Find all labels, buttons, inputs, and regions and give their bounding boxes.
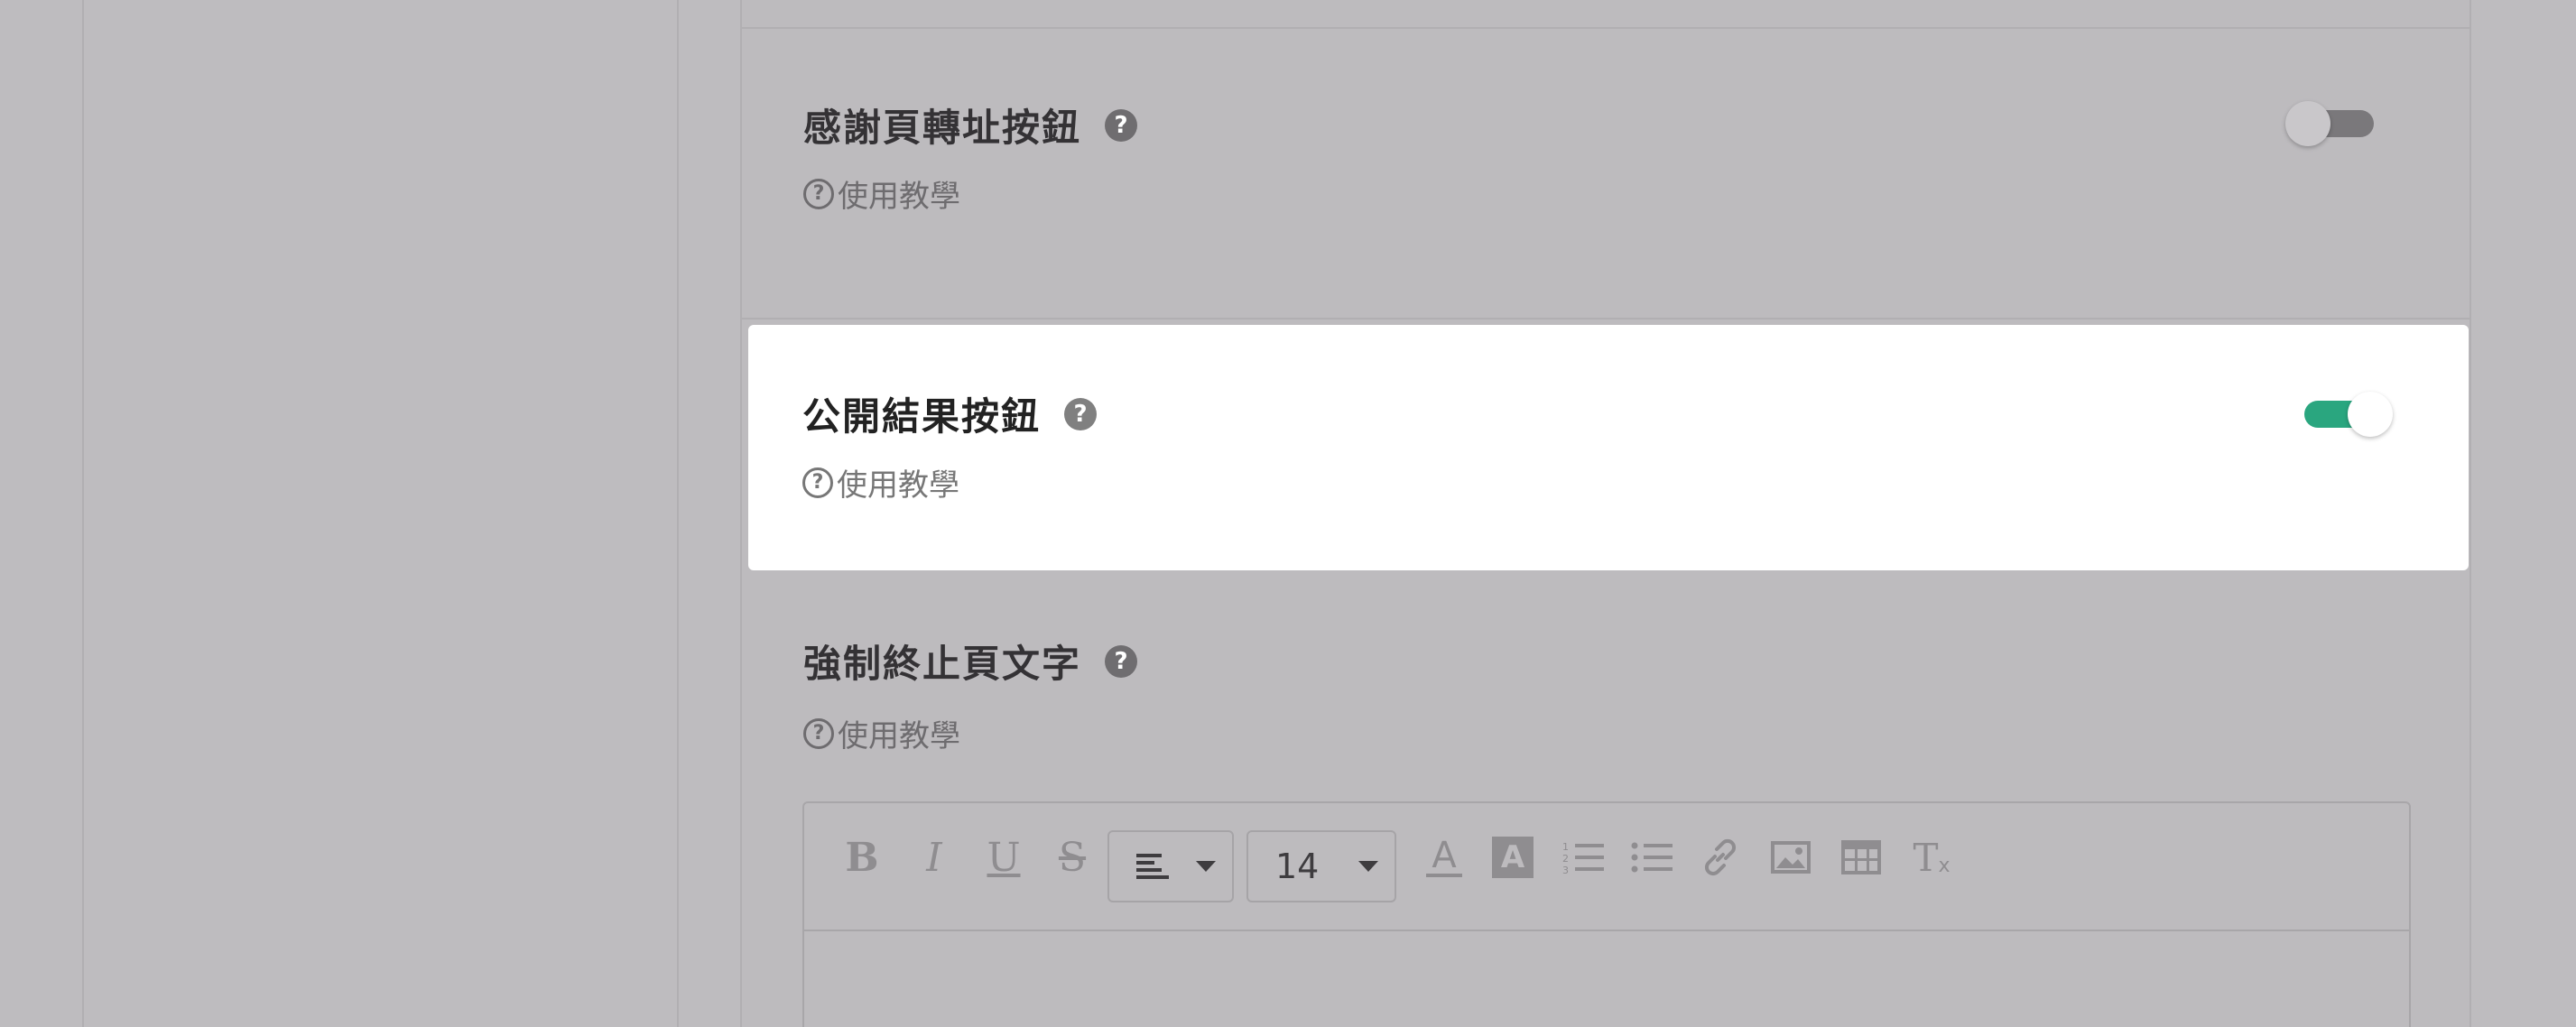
setting-public-result: 公開結果按鈕 ? ? 使用教學 bbox=[748, 325, 2469, 570]
tutorial-link[interactable]: ? 使用教學 bbox=[803, 171, 960, 216]
question-circle-icon: ? bbox=[802, 467, 833, 498]
font-color-bar bbox=[1426, 874, 1462, 877]
tutorial-label: 使用教學 bbox=[838, 179, 960, 215]
image-icon[interactable] bbox=[1768, 832, 1813, 883]
help-icon[interactable]: ? bbox=[1105, 644, 1138, 678]
setting-title-row: 強制終止頁文字 ? bbox=[803, 634, 1138, 689]
setting-force-stop-text: 強制終止頁文字 ? ? 使用教學 bbox=[740, 570, 2471, 805]
layout-divider bbox=[677, 0, 679, 1027]
ordered-list-icon[interactable]: 1 2 3 bbox=[1561, 832, 1606, 883]
font-size-select[interactable]: 14 bbox=[1246, 830, 1396, 902]
editor-toolbar: B I U S 14 A A 1 2 3 T x bbox=[804, 803, 2409, 931]
setting-title: 感謝頁轉址按鈕 bbox=[803, 106, 1082, 150]
clear-format-icon[interactable]: T x bbox=[1907, 832, 1956, 883]
rich-text-editor: B I U S 14 A A 1 2 3 T x bbox=[802, 801, 2411, 1027]
setting-title: 公開結果按鈕 bbox=[802, 394, 1042, 439]
toggle-knob bbox=[2348, 392, 2393, 437]
question-circle-icon: ? bbox=[803, 717, 834, 749]
table-icon[interactable] bbox=[1839, 832, 1884, 883]
public-result-toggle[interactable] bbox=[2293, 390, 2393, 437]
toggle-knob bbox=[2285, 101, 2330, 146]
clear-format-x: x bbox=[1938, 854, 1951, 877]
chevron-down-icon bbox=[1358, 861, 1378, 872]
tutorial-label: 使用教學 bbox=[837, 467, 959, 504]
bold-icon[interactable]: B bbox=[844, 832, 880, 883]
tutorial-link[interactable]: ? 使用教學 bbox=[802, 460, 959, 504]
svg-text:3: 3 bbox=[1562, 865, 1569, 875]
align-left-icon bbox=[1136, 854, 1169, 879]
clear-format-glyph: T bbox=[1913, 835, 1939, 880]
align-select[interactable] bbox=[1107, 830, 1234, 902]
bullet-list-icon[interactable] bbox=[1629, 832, 1674, 883]
tutorial-link[interactable]: ? 使用教學 bbox=[803, 711, 960, 755]
thankyou-redirect-toggle[interactable] bbox=[2285, 99, 2385, 146]
italic-icon[interactable]: I bbox=[916, 832, 952, 883]
page: 感謝頁轉址按鈕 ? ? 使用教學 公開結果按鈕 ? ? 使用教學 強制終止頁文字 bbox=[0, 0, 2576, 1027]
section-divider bbox=[742, 318, 2469, 319]
tutorial-label: 使用教學 bbox=[838, 718, 960, 754]
setting-thankyou-redirect: 感謝頁轉址按鈕 ? ? 使用教學 bbox=[740, 27, 2471, 318]
setting-title-row: 公開結果按鈕 ? bbox=[802, 386, 1098, 441]
font-size-value: 14 bbox=[1275, 847, 1320, 886]
setting-title-row: 感謝頁轉址按鈕 ? bbox=[803, 97, 1138, 153]
font-color-glyph: A bbox=[1432, 835, 1457, 876]
background-color-glyph: A bbox=[1492, 837, 1534, 878]
chevron-down-icon bbox=[1196, 861, 1216, 872]
layout-divider bbox=[82, 0, 84, 1027]
underline-icon[interactable]: U bbox=[983, 832, 1024, 883]
svg-text:1: 1 bbox=[1562, 841, 1569, 853]
help-icon[interactable]: ? bbox=[1064, 397, 1098, 430]
question-circle-icon: ? bbox=[803, 178, 834, 209]
link-icon[interactable] bbox=[1698, 832, 1743, 883]
editor-content-area[interactable] bbox=[804, 931, 2409, 1027]
strikethrough-icon[interactable]: S bbox=[1052, 832, 1093, 883]
setting-title: 強制終止頁文字 bbox=[803, 642, 1082, 686]
font-color-icon[interactable]: A bbox=[1422, 832, 1467, 883]
background-color-icon[interactable]: A bbox=[1490, 832, 1535, 883]
help-icon[interactable]: ? bbox=[1105, 108, 1138, 142]
svg-text:2: 2 bbox=[1562, 853, 1569, 865]
